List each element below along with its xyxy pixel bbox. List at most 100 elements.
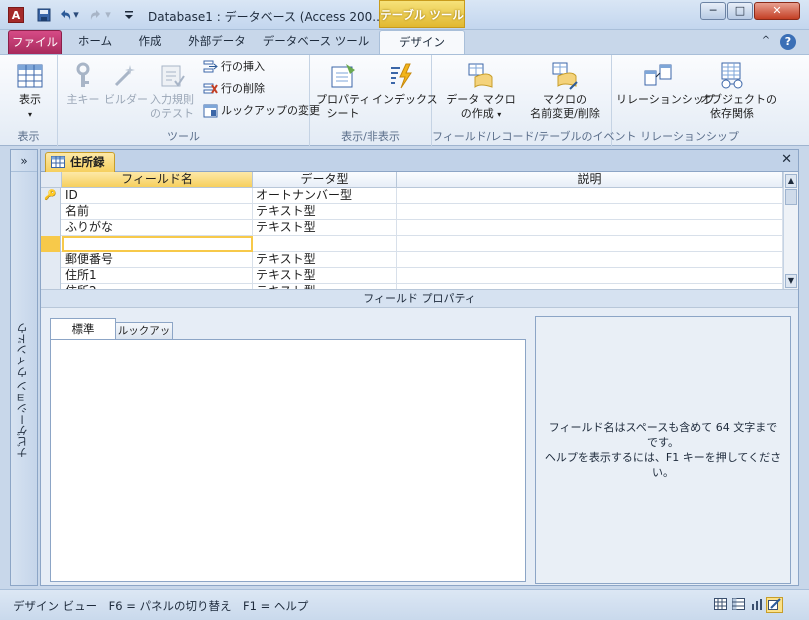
modify-lookups-button[interactable]: ルックアップの変更 <box>203 104 320 118</box>
close-button[interactable]: ✕ <box>754 2 800 20</box>
indexes-button[interactable]: インデックス <box>372 61 438 107</box>
undo-dropdown-icon[interactable]: ▾ <box>72 8 80 22</box>
navigation-pane[interactable]: » ナビゲーション ウィンドウ <box>10 149 38 586</box>
grid-vertical-scrollbar[interactable]: ▲ ▼ <box>783 172 798 289</box>
tab-general[interactable]: 標準 <box>50 318 116 340</box>
property-help-box: フィールド名はスペースも含めて 64 文字までです。 ヘルプを表示するには、F1 … <box>535 316 791 584</box>
data-type-cell[interactable] <box>253 236 397 252</box>
column-header-data-type[interactable]: データ型 <box>253 172 397 188</box>
row-selector[interactable] <box>41 268 61 284</box>
tab-design[interactable]: デザイン <box>379 30 465 54</box>
description-cell[interactable] <box>397 220 783 236</box>
tab-file[interactable]: ファイル <box>8 30 62 54</box>
primary-key-button: 主キー <box>64 61 102 107</box>
data-type-cell[interactable]: テキスト型 <box>253 252 397 268</box>
table-row[interactable]: 名前 テキスト型 <box>41 204 783 220</box>
test-validation-rules-button: 入力規則 のテスト <box>146 61 198 121</box>
table-tools-context-header: テーブル ツール <box>379 0 465 28</box>
undo-icon[interactable] <box>58 8 72 22</box>
minimize-ribbon-icon[interactable]: ^ <box>758 30 774 54</box>
ribbon: 表示 ▾ 表示 主キー ビルダー 入力規則 のテスト 行の挿入 行の削除 ルックアッ… <box>0 54 809 147</box>
group-events: データ マクロ の作成 ▾ マクロの 名前変更/削除 フィールド/レコード/テーブル… <box>432 55 637 147</box>
view-button[interactable]: 表示 ▾ <box>8 61 52 122</box>
group-tools: 主キー ビルダー 入力規則 のテスト 行の挿入 行の削除 ルックアップの変更 ツー… <box>58 55 320 147</box>
description-cell[interactable] <box>397 188 783 204</box>
field-name-cell[interactable]: 名前 <box>62 204 253 220</box>
minimize-button[interactable]: ─ <box>700 2 726 20</box>
datasheet-view-icon[interactable] <box>712 597 729 613</box>
field-properties-area: 標準 ルックアップ フィールド名はスペースも含めて 64 文字までです。ヘルプを… <box>41 308 798 585</box>
ribbon-tab-row: ファイル ホーム 作成 外部データ データベース ツール デザイン ^ ? <box>0 30 809 54</box>
description-cell[interactable] <box>397 252 783 268</box>
help-text-line2: ヘルプを表示するには、F1 キーを押してください。 <box>544 451 782 479</box>
access-app-icon[interactable]: A <box>8 7 24 23</box>
scroll-down-button[interactable]: ▼ <box>785 274 797 288</box>
data-type-cell[interactable]: テキスト型 <box>253 220 397 236</box>
description-cell[interactable] <box>397 204 783 220</box>
data-type-cell[interactable]: テキスト型 <box>253 204 397 220</box>
lookup-icon <box>203 104 218 118</box>
delete-rows-button[interactable]: 行の削除 <box>203 82 265 96</box>
design-view-icon[interactable] <box>766 597 783 613</box>
title-bar: A ▾ ▾ Database1 : データベース (Access 200... … <box>0 0 809 30</box>
scroll-thumb[interactable] <box>785 189 797 205</box>
group-relationships-label: リレーションシップ <box>640 130 739 143</box>
validation-rules-icon <box>161 65 185 87</box>
key-icon <box>76 62 90 87</box>
property-sheet-button[interactable]: プロパティ シート <box>316 61 370 121</box>
field-name-cell[interactable] <box>62 236 253 252</box>
row-selector[interactable] <box>41 220 61 236</box>
row-selector[interactable] <box>41 236 61 252</box>
grid-corner[interactable] <box>41 172 62 188</box>
group-events-label: フィールド/レコード/テーブルのイベント <box>432 130 637 143</box>
tab-lookup[interactable]: ルックアップ <box>115 322 173 353</box>
save-icon[interactable] <box>37 8 51 22</box>
table-row[interactable]: ふりがな テキスト型 <box>41 220 783 236</box>
row-selector[interactable] <box>41 204 61 220</box>
status-text: デザイン ビュー F6 = パネルの切り替え F1 = ヘルプ <box>13 599 309 613</box>
column-header-field-name[interactable]: フィールド名 <box>62 172 253 188</box>
create-data-macros-button[interactable]: データ マクロ の作成 ▾ <box>442 61 520 122</box>
description-cell[interactable] <box>397 268 783 284</box>
field-name-cell[interactable]: 住所1 <box>62 268 253 284</box>
redo-icon[interactable] <box>89 8 103 22</box>
data-type-cell[interactable]: オートナンバー型 <box>253 188 397 204</box>
field-grid: フィールド名 データ型 説明 🔑 ID オートナンバー型 名前 テキスト型 ふりがな テキス… <box>41 172 798 290</box>
table-row[interactable] <box>41 236 783 252</box>
field-name-cell[interactable]: ふりがな <box>62 220 253 236</box>
field-name-cell[interactable]: ID <box>62 188 253 204</box>
nav-pane-label[interactable]: ナビゲーション ウィンドウ <box>15 320 35 460</box>
document-tab[interactable]: 住所録 <box>45 152 115 172</box>
table-row[interactable]: 郵便番号 テキスト型 <box>41 252 783 268</box>
customize-qat-icon[interactable] <box>122 8 136 22</box>
table-row[interactable]: 🔑 ID オートナンバー型 <box>41 188 783 204</box>
row-selector[interactable] <box>41 252 61 268</box>
maximize-button[interactable]: □ <box>727 2 753 20</box>
column-header-description[interactable]: 説明 <box>397 172 783 188</box>
indexes-lightning-icon <box>391 63 412 89</box>
field-properties-header: フィールド プロパティ <box>41 290 798 308</box>
pivottable-view-icon[interactable] <box>730 597 747 613</box>
tab-home[interactable]: ホーム <box>70 30 120 54</box>
tab-create[interactable]: 作成 <box>128 30 172 54</box>
relationships-button[interactable]: リレーションシップ <box>616 61 715 107</box>
delete-rows-icon <box>203 83 218 94</box>
field-name-cell[interactable]: 郵便番号 <box>62 252 253 268</box>
tab-database-tools[interactable]: データベース ツール <box>262 30 370 54</box>
scroll-up-button[interactable]: ▲ <box>785 174 797 188</box>
table-row[interactable]: 住所1 テキスト型 <box>41 268 783 284</box>
object-dependencies-button[interactable]: オブジェクトの 依存関係 <box>700 61 777 121</box>
data-type-cell[interactable]: テキスト型 <box>253 268 397 284</box>
close-document-icon[interactable]: ✕ <box>781 152 792 167</box>
relationships-icon <box>644 64 672 86</box>
help-icon[interactable]: ? <box>780 34 796 50</box>
insert-rows-button[interactable]: 行の挿入 <box>203 60 265 74</box>
pivotchart-view-icon[interactable] <box>748 597 765 613</box>
view-button-label: 表示 <box>19 93 41 106</box>
primary-key-icon[interactable]: 🔑 <box>41 188 61 204</box>
description-cell[interactable] <box>397 236 783 252</box>
tab-external-data[interactable]: 外部データ <box>180 30 254 54</box>
rename-delete-macro-button[interactable]: マクロの 名前変更/削除 <box>520 61 610 121</box>
property-list-panel[interactable] <box>50 339 526 582</box>
nav-pane-toggle-button[interactable]: » <box>11 150 37 172</box>
